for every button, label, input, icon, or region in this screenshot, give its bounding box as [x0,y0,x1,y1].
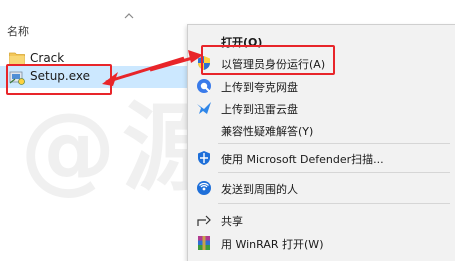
defender-shield-icon [198,151,210,165]
nearby-share-icon [197,181,211,195]
menu-separator [218,203,450,204]
menu-separator [218,143,450,144]
folder-icon [9,52,25,65]
xunlei-bird-icon [197,102,211,114]
menu-item-label: 上传到迅雷云盘 [221,103,298,116]
annotation-box-run-as-admin [201,45,335,75]
column-header-name[interactable]: 名称 [7,23,29,39]
menu-item-defender-scan[interactable]: 使用 Microsoft Defender扫描... [188,147,455,169]
share-icon [197,215,211,226]
menu-separator [218,172,450,173]
menu-item-nearby-share[interactable]: 发送到周围的人 [188,177,455,199]
annotation-box-setup [6,64,112,95]
menu-item-upload-quark[interactable]: 上传到夸克网盘 [188,75,455,97]
menu-item-share[interactable]: 共享 [188,209,455,231]
menu-item-label: 使用 Microsoft Defender扫描... [221,153,384,166]
quark-cloud-icon [197,79,211,93]
menu-item-label: 共享 [221,215,243,228]
sort-caret-icon[interactable] [124,12,134,20]
screenshot: 名称 Crack Setup.exe @源工风 打开(O) [0,0,455,261]
winrar-icon [198,236,210,250]
menu-item-open-with-winrar[interactable]: 用 WinRAR 打开(W) [188,232,455,254]
menu-item-label: 兼容性疑难解答(Y) [221,125,314,138]
menu-item-label: 发送到周围的人 [221,183,298,196]
file-list-header: 名称 [0,0,196,40]
menu-item-upload-xunlei[interactable]: 上传到迅雷云盘 [188,97,455,119]
menu-item-label: 上传到夸克网盘 [221,81,298,94]
menu-item-compat-troubleshoot[interactable]: 兼容性疑难解答(Y) [188,119,455,141]
file-name: Crack [30,51,65,65]
menu-item-label: 用 WinRAR 打开(W) [221,238,324,251]
